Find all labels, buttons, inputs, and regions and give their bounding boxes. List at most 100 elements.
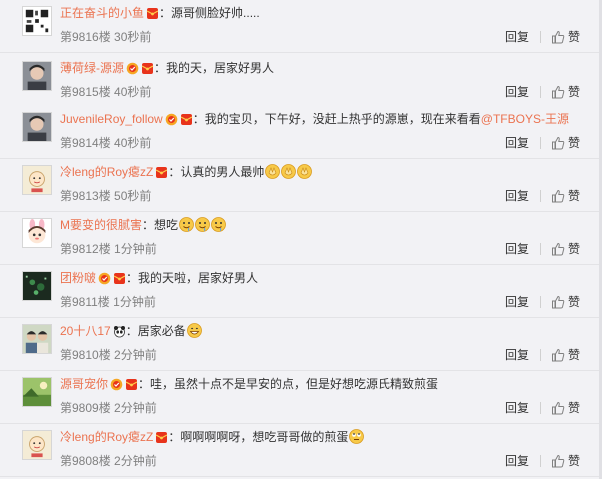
floor-number: 第9813楼 xyxy=(60,189,111,203)
like-button[interactable]: 赞 xyxy=(551,348,580,362)
like-button[interactable]: 赞 xyxy=(551,136,580,150)
like-button[interactable]: 赞 xyxy=(551,189,580,203)
thumbs-up-icon xyxy=(551,454,565,468)
comment-actions: 回复 赞 xyxy=(505,453,580,469)
like-button[interactable]: 赞 xyxy=(551,242,580,256)
username-link[interactable]: 冷leng的Roy瘪zZ xyxy=(60,430,153,444)
comment-row: 团粉啵 ：我的天啦，居家好男人 第9811楼 1分钟前 回复 赞 xyxy=(0,265,602,318)
red-envelope-badge-icon[interactable] xyxy=(125,378,138,391)
reply-button[interactable]: 回复 xyxy=(505,348,529,362)
user-badges xyxy=(153,431,168,447)
comment-content: 正在奋斗的小鱼 ：源哥侧脸好帅..... xyxy=(60,5,260,21)
comment-actions: 回复 赞 xyxy=(505,241,580,257)
comment-content: 20十八17 ：居家必备 xyxy=(60,323,202,339)
username-link[interactable]: 20十八17 xyxy=(60,324,111,338)
comment-time: 1分钟前 xyxy=(114,242,157,256)
comment-content: 团粉啵 ：我的天啦，居家好男人 xyxy=(60,270,258,286)
vip-level-badge-icon[interactable] xyxy=(165,113,178,126)
panda-badge-icon[interactable] xyxy=(113,325,126,338)
reply-button[interactable]: 回复 xyxy=(505,295,529,309)
floor-number: 第9808楼 xyxy=(60,454,111,468)
vip-level-badge-icon[interactable] xyxy=(126,62,139,75)
comment-colon: ： xyxy=(168,165,181,179)
comment-colon: ： xyxy=(168,430,181,444)
comment-actions: 回复 赞 xyxy=(505,135,580,151)
floor-number: 第9812楼 xyxy=(60,242,111,256)
comment-row: 源哥宠你 ：哇，虽然十点不是早安的点，但是好想吃源氏精致煎蛋 第9809楼 2分钟前… xyxy=(0,371,602,424)
reply-button[interactable]: 回复 xyxy=(505,242,529,256)
username-link[interactable]: 正在奋斗的小鱼 xyxy=(60,6,144,20)
comment-actions: 回复 赞 xyxy=(505,347,580,363)
comment-time: 40秒前 xyxy=(114,136,152,150)
reply-button[interactable]: 回复 xyxy=(505,454,529,468)
comment-actions: 回复 赞 xyxy=(505,294,580,310)
comment-content: 源哥宠你 ：哇，虽然十点不是早安的点，但是好想吃源氏精致煎蛋 xyxy=(60,376,438,392)
red-envelope-badge-icon[interactable] xyxy=(146,7,159,20)
cartoon-avatar-icon[interactable] xyxy=(22,430,52,460)
landscape-avatar-icon[interactable] xyxy=(22,377,52,407)
mention-link[interactable]: @TFBOYS-王源 xyxy=(481,112,569,126)
comment-time: 40秒前 xyxy=(114,85,152,99)
user-badges xyxy=(153,166,168,182)
reply-button[interactable]: 回复 xyxy=(505,136,529,150)
like-label: 赞 xyxy=(567,401,580,415)
vip-level-badge-icon[interactable] xyxy=(98,272,111,285)
username-link[interactable]: M要变的很腻害 xyxy=(60,218,142,232)
red-envelope-badge-icon[interactable] xyxy=(113,272,126,285)
clapping-hands-emoji xyxy=(281,164,297,179)
portrait-avatar-icon[interactable] xyxy=(22,112,52,142)
dark-avatar-icon[interactable] xyxy=(22,271,52,301)
grinning-emoji xyxy=(186,323,202,338)
comment-colon: ： xyxy=(142,218,155,232)
thumbs-up-icon xyxy=(551,136,565,150)
comment-actions: 回复 赞 xyxy=(505,84,580,100)
comment-meta: 第9815楼 40秒前 xyxy=(60,84,151,100)
drooling-emoji xyxy=(195,217,210,232)
comment-actions: 回复 赞 xyxy=(505,29,580,45)
like-button[interactable]: 赞 xyxy=(551,30,580,44)
username-link[interactable]: JuvenileRoy_follow xyxy=(60,112,163,126)
bunny-girl-avatar-icon[interactable] xyxy=(22,218,52,248)
username-link[interactable]: 源哥宠你 xyxy=(60,377,108,391)
vip-level-badge-icon[interactable] xyxy=(110,378,123,391)
comment-content: 薄荷绿-源源 ：我的天，居家好男人 xyxy=(60,60,274,76)
reply-button[interactable]: 回复 xyxy=(505,189,529,203)
reply-button[interactable]: 回复 xyxy=(505,85,529,99)
red-envelope-badge-icon[interactable] xyxy=(155,431,168,444)
red-envelope-badge-icon[interactable] xyxy=(155,166,168,179)
user-badges xyxy=(108,378,138,394)
like-button[interactable]: 赞 xyxy=(551,295,580,309)
action-divider xyxy=(539,349,541,361)
reply-button[interactable]: 回复 xyxy=(505,30,529,44)
group-photo-avatar-icon[interactable] xyxy=(22,324,52,354)
like-button[interactable]: 赞 xyxy=(551,454,580,468)
thumbs-up-icon xyxy=(551,85,565,99)
comment-colon: ： xyxy=(138,377,151,391)
reply-button[interactable]: 回复 xyxy=(505,401,529,415)
comment-meta: 第9810楼 2分钟前 xyxy=(60,347,157,363)
clapping-hands-emoji xyxy=(265,164,281,179)
like-button[interactable]: 赞 xyxy=(551,85,580,99)
portrait-avatar-icon[interactable] xyxy=(22,61,52,91)
comment-text: 哇，虽然十点不是早安的点，但是好想吃源氏精致煎蛋 xyxy=(150,377,439,391)
user-badges xyxy=(96,272,126,288)
user-badges xyxy=(163,113,193,129)
username-link[interactable]: 薄荷绿-源源 xyxy=(60,61,124,75)
like-button[interactable]: 赞 xyxy=(551,401,580,415)
like-label: 赞 xyxy=(567,189,580,203)
username-link[interactable]: 团粉啵 xyxy=(60,271,96,285)
comment-colon: ： xyxy=(125,324,138,338)
comment-time: 1分钟前 xyxy=(113,295,156,309)
qr-avatar-icon[interactable] xyxy=(22,6,52,36)
comment-text: 认真的男人最帅 xyxy=(180,165,265,179)
comment-meta: 第9811楼 1分钟前 xyxy=(60,294,156,310)
username-link[interactable]: 冷leng的Roy瘪zZ xyxy=(60,165,153,179)
red-envelope-badge-icon[interactable] xyxy=(180,113,193,126)
cartoon-avatar-icon[interactable] xyxy=(22,165,52,195)
rolling-eyes-emoji xyxy=(349,429,365,444)
comment-time: 2分钟前 xyxy=(114,401,157,415)
comment-content: 冷leng的Roy瘪zZ ：认真的男人最帅 xyxy=(60,164,313,182)
comment-colon: ： xyxy=(126,271,139,285)
comment-colon: ： xyxy=(154,61,167,75)
red-envelope-badge-icon[interactable] xyxy=(141,62,154,75)
